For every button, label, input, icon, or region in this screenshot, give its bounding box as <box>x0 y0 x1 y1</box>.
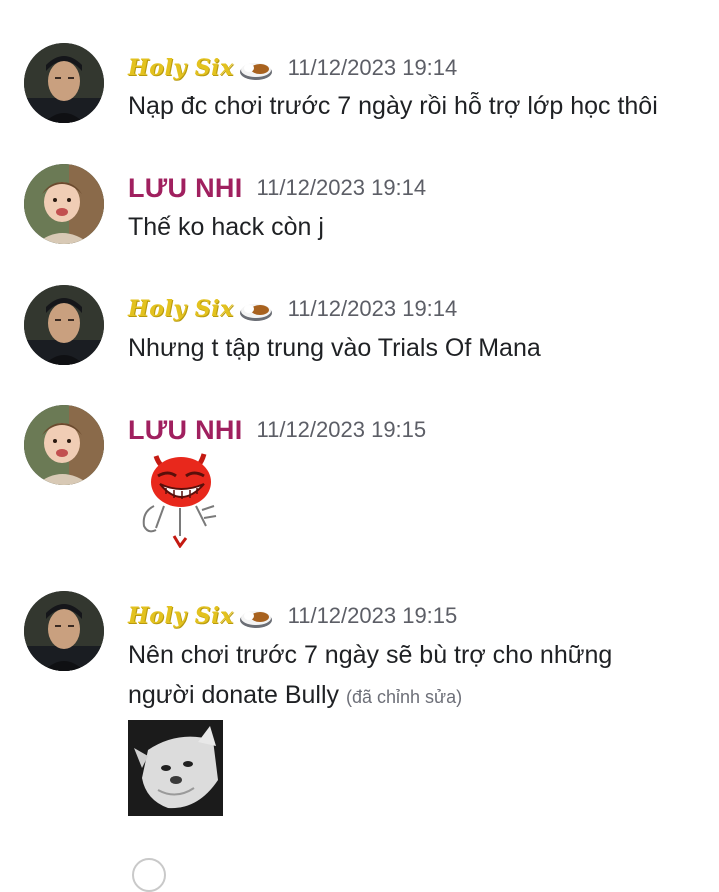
author-name[interactable]: Holy Six <box>128 55 234 81</box>
cat-gif-attachment[interactable] <box>128 720 223 816</box>
next-message-avatar[interactable] <box>132 858 166 892</box>
avatar-luu-nhi[interactable] <box>24 164 104 244</box>
curry-rice-emoji-icon <box>239 611 272 628</box>
timestamp: 11/12/2023 19:15 <box>287 603 458 628</box>
author-name[interactable]: LƯU NHI <box>128 415 243 446</box>
author-name[interactable]: Holy Six <box>128 603 234 629</box>
timestamp: 11/12/2023 19:15 <box>256 417 427 442</box>
troll-devil-sticker[interactable] <box>134 446 224 548</box>
message-text-line-1: Nên chơi trước 7 ngày sẽ bù trợ cho nhữn… <box>128 641 613 669</box>
author-name[interactable]: LƯU NHI <box>128 173 243 204</box>
message-text: Nhưng t tập trung vào Trials Of Mana <box>128 334 541 362</box>
timestamp: 11/12/2023 19:14 <box>256 175 427 200</box>
curry-rice-emoji-icon <box>239 63 272 80</box>
timestamp: 11/12/2023 19:14 <box>287 296 458 321</box>
curry-rice-emoji-icon <box>239 304 272 321</box>
avatar-holy-six[interactable] <box>24 285 104 365</box>
edited-label: (đã chỉnh sửa) <box>346 687 463 707</box>
message-text: Nạp đc chơi trước 7 ngày rồi hỗ trợ lớp … <box>128 92 658 120</box>
avatar-luu-nhi[interactable] <box>24 405 104 485</box>
author-name[interactable]: Holy Six <box>128 296 234 322</box>
message-text: người donate Bully <box>128 681 340 709</box>
timestamp: 11/12/2023 19:14 <box>287 55 458 80</box>
message-text-line-2: người donate Bully (đã chỉnh sửa) <box>128 676 462 716</box>
message-text: Thế ko hack còn j <box>128 213 324 241</box>
avatar-holy-six[interactable] <box>24 43 104 123</box>
avatar-holy-six[interactable] <box>24 591 104 671</box>
